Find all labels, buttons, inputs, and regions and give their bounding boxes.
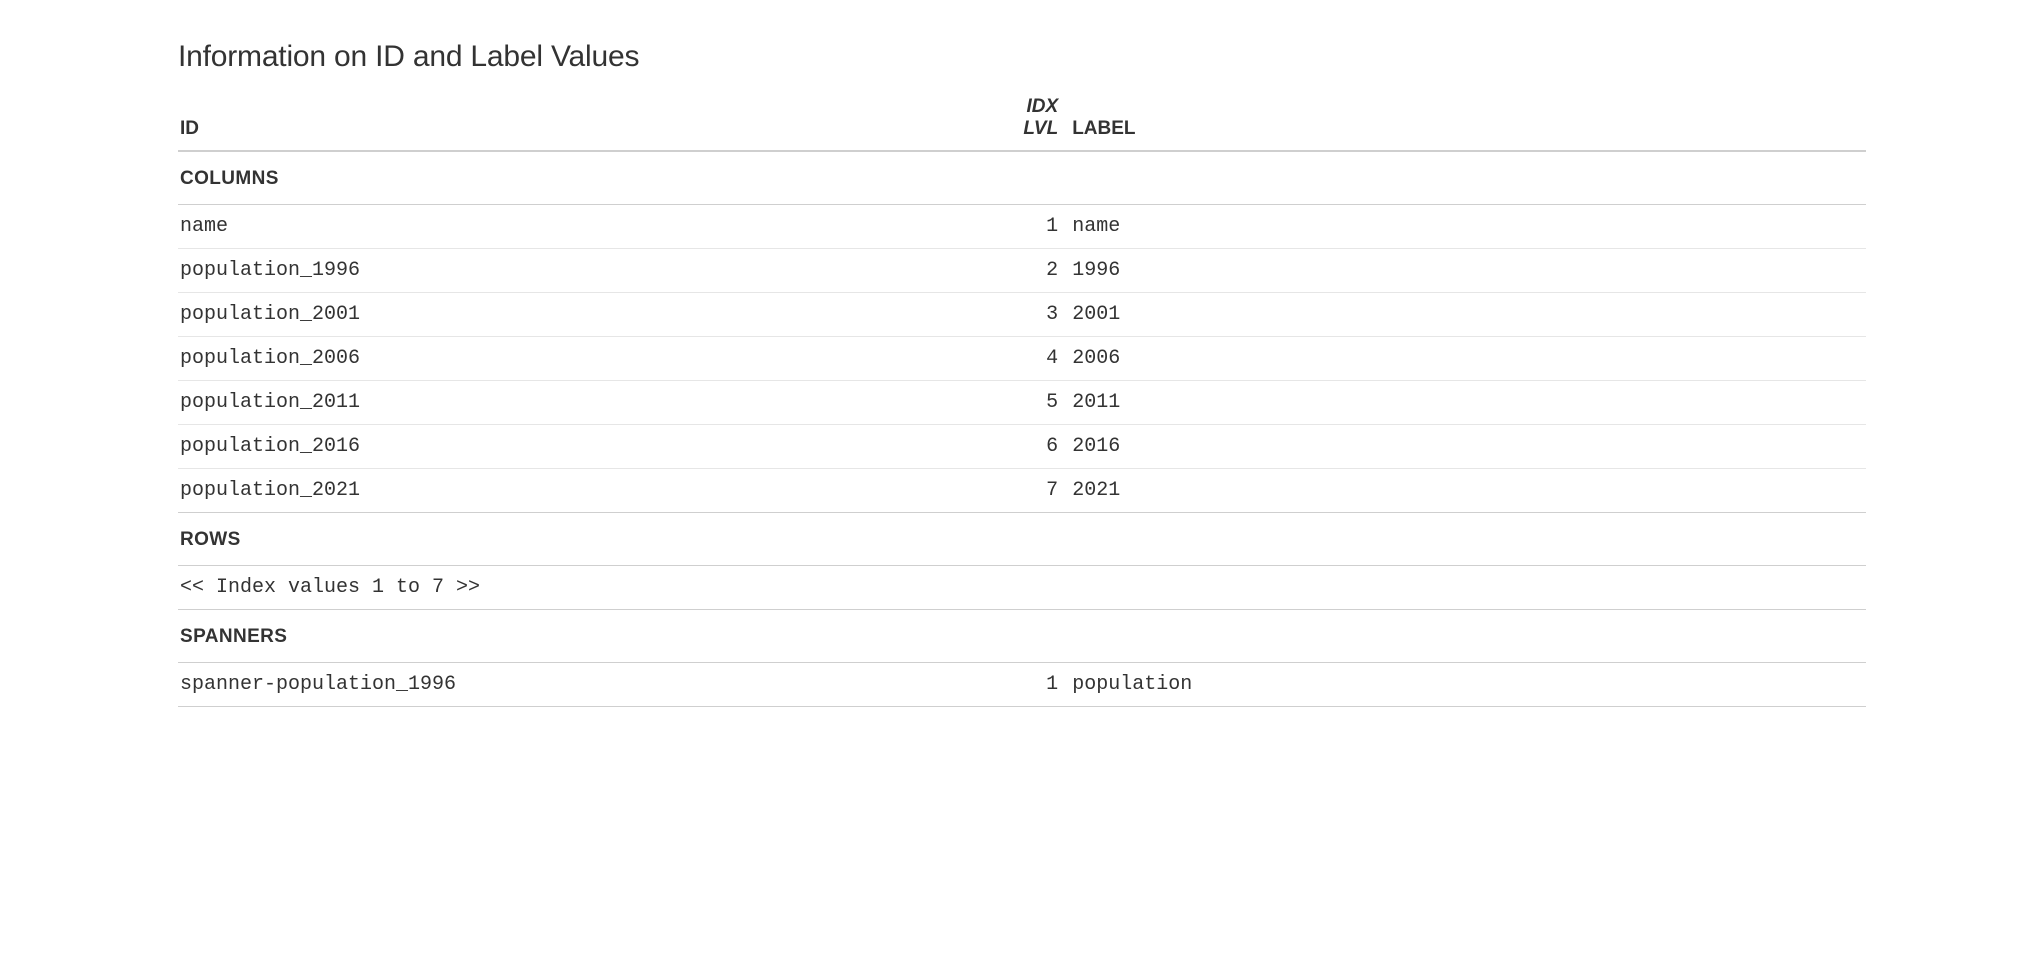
cell-idx: 3 <box>988 292 1064 336</box>
cell-label: 1996 <box>1064 248 1866 292</box>
page-title: Information on ID and Label Values <box>178 40 1866 74</box>
page: Information on ID and Label Values ID ID… <box>0 0 2044 747</box>
table-row: spanner-population_1996 1 population <box>178 662 1866 706</box>
rows-note-cell: << Index values 1 to 7 >> <box>178 565 1866 609</box>
cell-idx: 5 <box>988 380 1064 424</box>
cell-id: population_2001 <box>178 292 988 336</box>
cell-idx: 1 <box>988 662 1064 706</box>
cell-id: population_2021 <box>178 468 988 512</box>
cell-idx: 1 <box>988 204 1064 248</box>
cell-label: 2016 <box>1064 424 1866 468</box>
cell-label: 2011 <box>1064 380 1866 424</box>
cell-id: name <box>178 204 988 248</box>
table-row: population_2016 6 2016 <box>178 424 1866 468</box>
cell-label: 2021 <box>1064 468 1866 512</box>
table-row: population_2011 5 2011 <box>178 380 1866 424</box>
group-header-rows: ROWS <box>178 512 1866 565</box>
cell-label: population <box>1064 662 1866 706</box>
table-row: population_2021 7 2021 <box>178 468 1866 512</box>
group-header-columns: COLUMNS <box>178 151 1866 205</box>
rows-index-note: << Index values 1 to 7 >> <box>178 565 1866 609</box>
header-idx-line1: IDX <box>1027 96 1059 117</box>
table-row: name 1 name <box>178 204 1866 248</box>
table-row: population_2006 4 2006 <box>178 336 1866 380</box>
header-label: LABEL <box>1064 92 1866 151</box>
cell-idx: 2 <box>988 248 1064 292</box>
header-id: ID <box>178 92 988 151</box>
cell-idx: 4 <box>988 336 1064 380</box>
header-idx-line2: LVL <box>1023 118 1058 139</box>
group-label: COLUMNS <box>178 151 1866 205</box>
cell-label: 2006 <box>1064 336 1866 380</box>
cell-id: population_1996 <box>178 248 988 292</box>
cell-id: spanner-population_1996 <box>178 662 988 706</box>
table-row: population_1996 2 1996 <box>178 248 1866 292</box>
header-idx-lvl: IDX LVL <box>988 92 1064 151</box>
cell-id: population_2006 <box>178 336 988 380</box>
cell-id: population_2011 <box>178 380 988 424</box>
cell-idx: 7 <box>988 468 1064 512</box>
cell-id: population_2016 <box>178 424 988 468</box>
cell-label: name <box>1064 204 1866 248</box>
cell-idx: 6 <box>988 424 1064 468</box>
cell-label: 2001 <box>1064 292 1866 336</box>
table-header-row: ID IDX LVL LABEL <box>178 92 1866 151</box>
info-table: ID IDX LVL LABEL COLUMNS name 1 name pop… <box>178 92 1866 707</box>
group-label: SPANNERS <box>178 609 1866 662</box>
table-row: population_2001 3 2001 <box>178 292 1866 336</box>
group-label: ROWS <box>178 512 1866 565</box>
group-header-spanners: SPANNERS <box>178 609 1866 662</box>
